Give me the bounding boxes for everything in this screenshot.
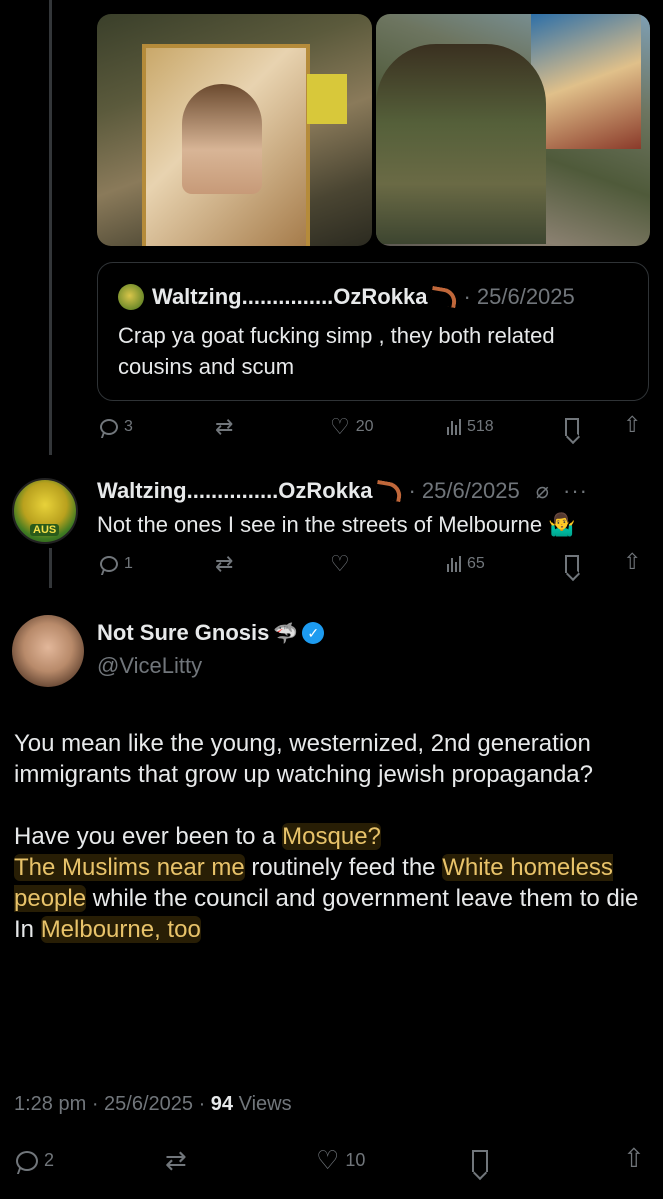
tweet-timestamp: 1:28 pm · 25/6/2025 · 94 Views [14,1093,292,1116]
share-button[interactable]: ⇧ [623,1145,645,1171]
text-span: Have you ever been to a [14,823,283,850]
reply-author-avatar[interactable]: AUS [12,478,78,544]
quoted-author-name[interactable]: Waltzing...............OzRokka [152,284,427,310]
main-paragraph-1: You mean like the young, westernized, 2n… [14,730,593,788]
avatar-badge: AUS [30,524,60,536]
boomerang-icon [375,479,404,503]
like-button[interactable]: ♡ 10 [316,1147,365,1173]
reply-icon [100,419,118,435]
like-icon: ♡ [330,551,350,576]
main-author-header: Not Sure Gnosis 🦈 ✓ [97,620,325,646]
views-button[interactable]: 65 [447,555,485,573]
reply-count: 1 [124,555,133,572]
main-author-avatar[interactable] [12,615,84,687]
quoted-tweet-header: Waltzing...............OzRokka · 25/6/20… [152,284,575,310]
shark-icon: 🦈 [273,622,299,645]
quoted-tweet-text: Crap ya goat fucking simp , they both re… [118,323,555,379]
reply-text: Not the ones I see in the streets of Mel… [97,512,543,537]
retweet-icon: ⇄ [165,1145,187,1175]
bookmark-icon [472,1150,488,1172]
reply-icon [100,556,118,572]
highlight-span: Mosque? [282,823,381,850]
main-handle[interactable]: @ViceLitty [97,653,202,679]
retweet-button[interactable]: ⇄ [165,1147,187,1173]
main-display-name[interactable]: Not Sure Gnosis [97,620,269,646]
more-options-button[interactable]: ··· [563,478,588,504]
reply-author-name[interactable]: Waltzing...............OzRokka [97,478,372,504]
share-icon: ⇧ [623,549,642,574]
like-icon: ♡ [330,414,350,439]
reply-count: 2 [44,1150,55,1170]
reply-date: · 25/6/2025 [408,478,520,503]
highlight-span: The Muslims near me [14,854,245,881]
main-tweet-text: You mean like the young, westernized, 2n… [14,728,654,945]
share-icon: ⇧ [623,1143,645,1173]
views-count: 65 [467,555,485,572]
tweet-image-right[interactable] [376,14,650,246]
main-line-1: Have you ever been to a Mosque? [14,821,654,852]
shrug-emoji: 🤷‍♂️ [548,512,576,537]
reply-button[interactable]: 1 [100,555,133,573]
like-button[interactable]: ♡ [330,553,350,575]
text-span: In [14,916,41,943]
reply-icon [16,1150,38,1171]
text-span: routinely feed the [244,854,443,881]
like-count: 10 [345,1149,366,1170]
bookmark-icon [565,555,579,573]
bookmark-button[interactable] [565,555,579,573]
reply-button[interactable]: 2 [16,1150,54,1171]
main-line-2: The Muslims near me routinely feed the W… [14,852,654,914]
like-icon: ♡ [316,1145,340,1175]
text-span: while the council and government leave t… [86,885,639,912]
share-button[interactable]: ⇧ [623,551,641,573]
tweet-image-left[interactable] [97,14,372,246]
share-icon: ⇧ [623,412,642,437]
main-line-3: In Melbourne, too [14,914,654,945]
soldier-figure [376,44,546,244]
retweet-icon: ⇄ [215,414,234,439]
views-icon [447,419,461,435]
bookmark-button[interactable] [472,1150,488,1172]
views-label: Views [233,1093,292,1115]
views-number: 94 [210,1093,234,1115]
retweet-icon: ⇄ [215,551,234,576]
share-button[interactable]: ⇧ [623,414,641,436]
thread-line-mid [49,548,52,588]
highlight-span: Melbourne, too [40,916,201,943]
like-count: 20 [355,418,374,435]
views-count: 518 [467,418,494,435]
quoted-tweet-date: · 25/6/2025 [463,284,575,309]
retweet-button[interactable]: ⇄ [215,416,233,438]
painting-figure [182,84,262,194]
verified-icon: ✓ [302,622,325,644]
reply-count: 3 [124,418,133,435]
reply-header: Waltzing...............OzRokka · 25/6/20… [97,478,657,504]
timestamp-text[interactable]: 1:28 pm · 25/6/2025 · [14,1093,211,1115]
icon-painting [531,14,641,149]
thread-line-top [49,0,52,455]
reply-text-row: Not the ones I see in the streets of Mel… [97,509,657,540]
reply-button[interactable]: 3 [100,418,133,436]
views-button[interactable]: 518 [447,418,494,436]
edit-icon: ⌀ [535,478,550,503]
patch [307,74,347,124]
bookmark-button[interactable] [565,418,579,436]
boomerang-icon [430,285,459,309]
like-button[interactable]: ♡ 20 [330,416,374,438]
bookmark-icon [565,418,579,436]
retweet-button[interactable]: ⇄ [215,553,233,575]
views-icon [447,556,461,572]
quoted-author-avatar[interactable] [118,284,144,310]
